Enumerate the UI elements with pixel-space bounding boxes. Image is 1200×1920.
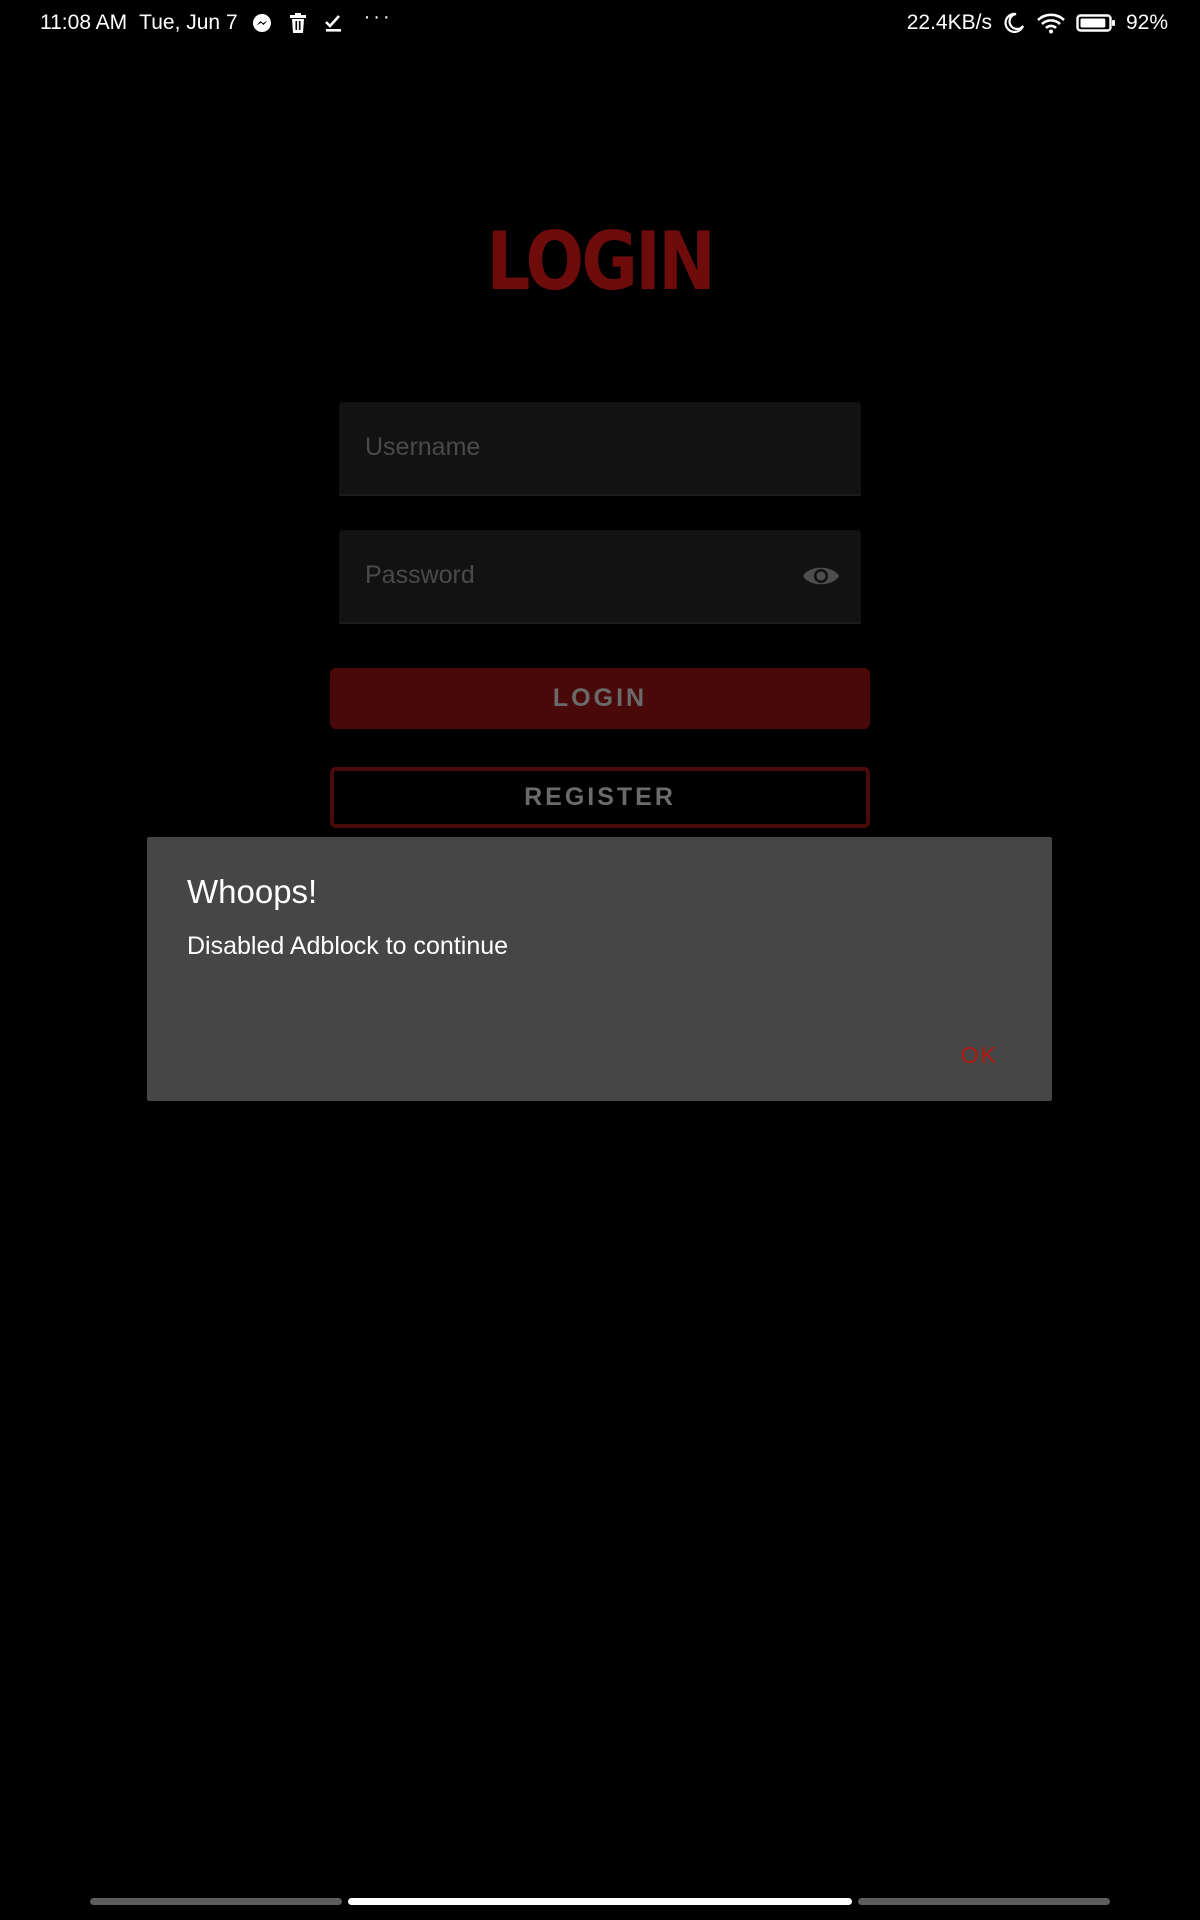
trash-icon bbox=[286, 11, 310, 35]
username-placeholder: Username bbox=[365, 433, 481, 461]
messenger-icon bbox=[250, 11, 274, 35]
home-gesture-handle[interactable] bbox=[348, 1898, 852, 1905]
status-bar-right: 22.4KB/s 92% bbox=[897, 11, 1168, 35]
dialog-message: Disabled Adblock to continue bbox=[187, 932, 509, 960]
password-field[interactable]: Password bbox=[339, 530, 861, 624]
nav-segment-right[interactable] bbox=[858, 1898, 1110, 1905]
dialog-ok-button[interactable]: OK bbox=[961, 1042, 998, 1069]
password-placeholder: Password bbox=[365, 561, 475, 589]
nav-segment-left[interactable] bbox=[90, 1898, 342, 1905]
status-time: 11:08 AM bbox=[40, 11, 128, 34]
login-title: LOGIN bbox=[486, 215, 716, 308]
show-password-eye-icon[interactable] bbox=[801, 559, 841, 593]
more-notifications-indicator: ··· bbox=[363, 6, 393, 28]
wifi-icon bbox=[1036, 11, 1066, 35]
username-field[interactable]: Username bbox=[339, 402, 861, 496]
alert-dialog: Whoops! Disabled Adblock to continue OK bbox=[147, 837, 1052, 1101]
task-check-icon bbox=[322, 11, 346, 35]
login-button[interactable]: LOGIN bbox=[330, 668, 870, 729]
status-date: Tue, Jun 7 bbox=[139, 11, 238, 34]
dialog-title: Whoops! bbox=[187, 873, 318, 910]
battery-percent: 92% bbox=[1125, 11, 1168, 34]
status-bar-left: 11:08 AM Tue, Jun 7 ··· bbox=[40, 7, 405, 35]
status-bar: 11:08 AM Tue, Jun 7 ··· 22.4KB/s 92% bbox=[0, 0, 1200, 46]
network-speed: 22.4KB/s bbox=[906, 11, 992, 34]
battery-icon bbox=[1076, 11, 1116, 35]
register-button[interactable]: REGISTER bbox=[330, 767, 870, 828]
moon-icon bbox=[1002, 11, 1026, 35]
gesture-nav-bar bbox=[0, 1898, 1200, 1908]
